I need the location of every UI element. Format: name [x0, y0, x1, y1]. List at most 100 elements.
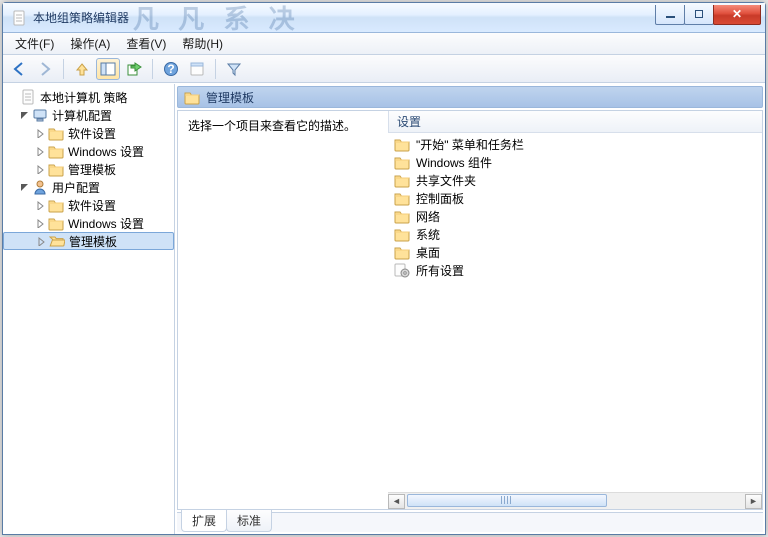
- menu-file[interactable]: 文件(F): [7, 33, 62, 54]
- view-tabs: 扩展 标准: [177, 512, 763, 532]
- list-item[interactable]: "开始" 菜单和任务栏: [388, 135, 762, 153]
- show-tree-button[interactable]: [96, 58, 120, 80]
- details-pane: 管理模板 选择一个项目来查看它的描述。 设置 "开始" 菜单和任务栏Window…: [175, 84, 765, 534]
- folder-icon: [394, 136, 410, 152]
- up-button[interactable]: [70, 58, 94, 80]
- details-header: 管理模板: [177, 86, 763, 108]
- list-item-label: 控制面板: [416, 190, 464, 207]
- content-body: 选择一个项目来查看它的描述。 设置 "开始" 菜单和任务栏Windows 组件共…: [178, 111, 762, 492]
- folder-icon: [394, 154, 410, 170]
- list-item[interactable]: 共享文件夹: [388, 171, 762, 189]
- toolbar-separator: [215, 59, 216, 79]
- list-item[interactable]: Windows 组件: [388, 153, 762, 171]
- folder-icon: [394, 244, 410, 260]
- folder-icon: [184, 89, 200, 105]
- expander-open-icon[interactable]: [19, 110, 30, 121]
- tree-software-settings[interactable]: 软件设置: [3, 196, 174, 214]
- tree-label: 管理模板: [69, 233, 117, 250]
- window-title: 本地组策略编辑器: [33, 9, 129, 26]
- titlebar[interactable]: 凡 凡 系 决 本地组策略编辑器 ✕: [3, 3, 765, 33]
- tree-label: 用户配置: [52, 179, 100, 196]
- scroll-track[interactable]: [405, 494, 745, 509]
- minimize-button[interactable]: [655, 5, 685, 25]
- folder-icon: [394, 190, 410, 206]
- folder-icon: [48, 161, 64, 177]
- folder-icon: [394, 208, 410, 224]
- tab-extended[interactable]: 扩展: [181, 510, 227, 532]
- expander-open-icon[interactable]: [19, 182, 30, 193]
- tree-pane: 本地计算机 策略 计算机配置 软件设置 Windows 设置 管理模板: [3, 84, 175, 534]
- list-item[interactable]: 所有设置: [388, 261, 762, 279]
- background-watermark: 凡 凡 系 决: [133, 0, 301, 36]
- folder-open-icon: [49, 233, 65, 249]
- expander-closed-icon[interactable]: [35, 164, 46, 175]
- tree-computer-config[interactable]: 计算机配置: [3, 106, 174, 124]
- tree-label: Windows 设置: [68, 215, 144, 232]
- list-item-label: "开始" 菜单和任务栏: [416, 136, 524, 153]
- content-frame: 选择一个项目来查看它的描述。 设置 "开始" 菜单和任务栏Windows 组件共…: [177, 110, 763, 510]
- folder-icon: [48, 215, 64, 231]
- settings-list: "开始" 菜单和任务栏Windows 组件共享文件夹控制面板网络系统桌面所有设置: [388, 133, 762, 492]
- toolbar-separator: [152, 59, 153, 79]
- app-window: 凡 凡 系 决 本地组策略编辑器 ✕ 文件(F) 操作(A) 查看(V) 帮助(…: [2, 2, 766, 535]
- menu-view[interactable]: 查看(V): [118, 33, 174, 54]
- export-button[interactable]: [122, 58, 146, 80]
- tree-label: 管理模板: [68, 161, 116, 178]
- tree-user-config[interactable]: 用户配置: [3, 178, 174, 196]
- tree-admin-templates[interactable]: 管理模板: [3, 160, 174, 178]
- list-item-label: 桌面: [416, 244, 440, 261]
- description-column: 选择一个项目来查看它的描述。: [178, 111, 388, 492]
- properties-button[interactable]: [185, 58, 209, 80]
- folder-icon: [48, 125, 64, 141]
- tree-label: Windows 设置: [68, 143, 144, 160]
- column-header-settings[interactable]: 设置: [388, 111, 762, 133]
- toolbar-separator: [63, 59, 64, 79]
- tree-root[interactable]: 本地计算机 策略: [3, 88, 174, 106]
- expander-icon[interactable]: [7, 92, 18, 103]
- expander-closed-icon[interactable]: [35, 218, 46, 229]
- scroll-right-button[interactable]: ►: [745, 494, 762, 509]
- menu-action[interactable]: 操作(A): [62, 33, 118, 54]
- tree-root-label: 本地计算机 策略: [40, 89, 127, 106]
- list-item-label: 网络: [416, 208, 440, 225]
- list-item[interactable]: 桌面: [388, 243, 762, 261]
- scroll-left-button[interactable]: ◄: [388, 494, 405, 509]
- list-column: 设置 "开始" 菜单和任务栏Windows 组件共享文件夹控制面板网络系统桌面所…: [388, 111, 762, 492]
- expander-closed-icon[interactable]: [35, 200, 46, 211]
- forward-button[interactable]: [33, 58, 57, 80]
- expander-closed-icon[interactable]: [36, 236, 47, 247]
- filter-button[interactable]: [222, 58, 246, 80]
- list-item[interactable]: 控制面板: [388, 189, 762, 207]
- expander-closed-icon[interactable]: [35, 146, 46, 157]
- scroll-thumb[interactable]: [407, 494, 607, 507]
- list-item-label: Windows 组件: [416, 154, 492, 171]
- maximize-button[interactable]: [684, 5, 714, 25]
- app-icon: [11, 10, 27, 26]
- back-button[interactable]: [7, 58, 31, 80]
- tab-standard[interactable]: 标准: [226, 510, 272, 532]
- list-item-label: 所有设置: [416, 262, 464, 279]
- toolbar: [3, 55, 765, 83]
- menu-help[interactable]: 帮助(H): [174, 33, 231, 54]
- tree-label: 软件设置: [68, 197, 116, 214]
- tree-software-settings[interactable]: 软件设置: [3, 124, 174, 142]
- help-button[interactable]: [159, 58, 183, 80]
- list-item-label: 系统: [416, 226, 440, 243]
- folder-icon: [394, 172, 410, 188]
- close-button[interactable]: ✕: [713, 5, 761, 25]
- body: 本地计算机 策略 计算机配置 软件设置 Windows 设置 管理模板: [3, 83, 765, 534]
- description-text: 选择一个项目来查看它的描述。: [188, 117, 378, 134]
- tree-label: 计算机配置: [52, 107, 112, 124]
- horizontal-scrollbar[interactable]: ◄ ►: [388, 492, 762, 509]
- menubar: 文件(F) 操作(A) 查看(V) 帮助(H): [3, 33, 765, 55]
- tree-windows-settings[interactable]: Windows 设置: [3, 142, 174, 160]
- list-item[interactable]: 网络: [388, 207, 762, 225]
- settings-list-icon: [394, 262, 410, 278]
- list-item[interactable]: 系统: [388, 225, 762, 243]
- tree-windows-settings[interactable]: Windows 设置: [3, 214, 174, 232]
- expander-closed-icon[interactable]: [35, 128, 46, 139]
- folder-icon: [48, 143, 64, 159]
- folder-icon: [48, 197, 64, 213]
- tree-label: 软件设置: [68, 125, 116, 142]
- tree-admin-templates-selected[interactable]: 管理模板: [3, 232, 174, 250]
